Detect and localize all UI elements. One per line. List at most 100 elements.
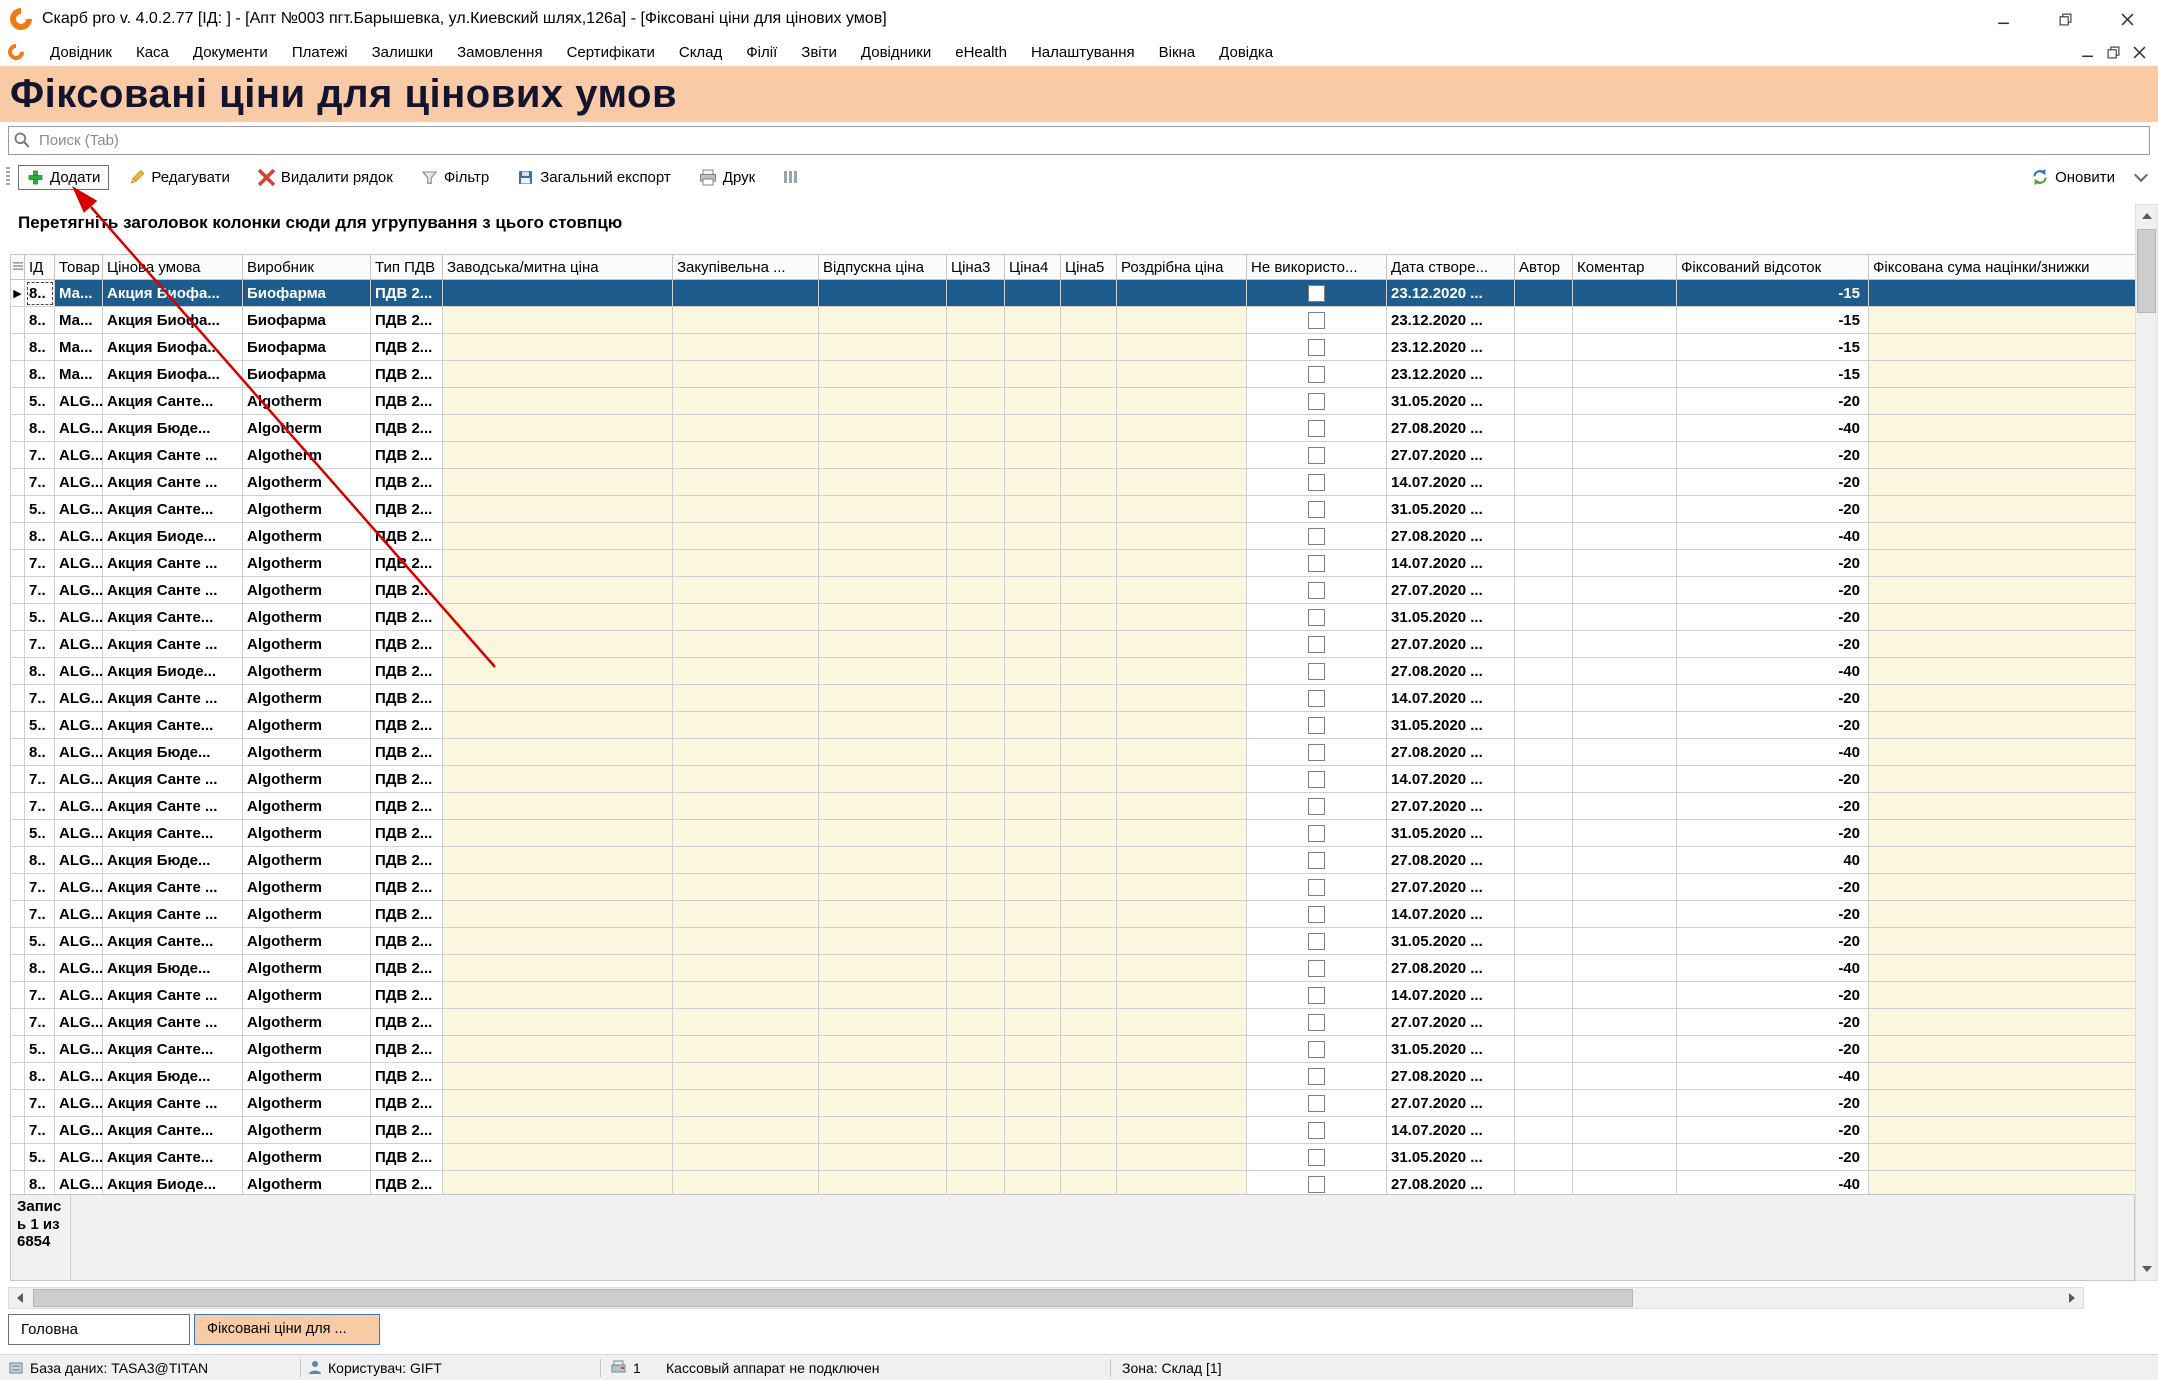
cell-comment[interactable]: [1573, 1063, 1677, 1090]
table-row[interactable]: ▶8..Ма...Акция Биофа...БиофармаПДВ 2...2…: [11, 280, 2136, 307]
cell-product[interactable]: ALG...: [55, 793, 103, 820]
cell-price-7[interactable]: [1117, 442, 1247, 469]
cell-price-4[interactable]: [947, 820, 1005, 847]
cell-price-3[interactable]: [819, 820, 947, 847]
cell-price-2[interactable]: [673, 415, 819, 442]
cell-price-1[interactable]: [443, 1117, 673, 1144]
cell-not-used[interactable]: [1247, 874, 1387, 901]
cell-price-5[interactable]: [1005, 415, 1061, 442]
cell-price-4[interactable]: [947, 442, 1005, 469]
cell-id[interactable]: 8..: [25, 334, 55, 361]
cell-vat-type[interactable]: ПДВ 2...: [371, 901, 443, 928]
cell-price-condition[interactable]: Акция Биофа...: [103, 307, 243, 334]
cell-price-5[interactable]: [1005, 577, 1061, 604]
cell-fixed-percent[interactable]: -20: [1677, 496, 1869, 523]
cell-price-5[interactable]: [1005, 442, 1061, 469]
table-row[interactable]: 8..Ма...Акция Биофа...БиофармаПДВ 2...23…: [11, 307, 2136, 334]
column-header-8[interactable]: Відпускна ціна: [819, 255, 947, 280]
mdi-close-button[interactable]: [2126, 46, 2152, 59]
cell-price-condition[interactable]: Акция Санте ...: [103, 901, 243, 928]
cell-fixed-markup-sum[interactable]: [1869, 658, 2136, 685]
cell-fixed-markup-sum[interactable]: [1869, 469, 2136, 496]
cell-id[interactable]: 7..: [25, 550, 55, 577]
cell-fixed-percent[interactable]: -40: [1677, 658, 1869, 685]
cell-price-6[interactable]: [1061, 604, 1117, 631]
column-header-13[interactable]: Не використо...: [1247, 255, 1387, 280]
cell-vat-type[interactable]: ПДВ 2...: [371, 685, 443, 712]
cell-author[interactable]: [1515, 1144, 1573, 1171]
cell-price-2[interactable]: [673, 523, 819, 550]
unused-checkbox[interactable]: [1308, 636, 1325, 653]
cell-comment[interactable]: [1573, 685, 1677, 712]
cell-price-5[interactable]: [1005, 1144, 1061, 1171]
unused-checkbox[interactable]: [1308, 717, 1325, 734]
cell-fixed-percent[interactable]: -40: [1677, 523, 1869, 550]
column-header-18[interactable]: Фіксована сума націнки/знижки: [1869, 255, 2136, 280]
cell-fixed-percent[interactable]: -15: [1677, 280, 1869, 307]
cell-fixed-percent[interactable]: -20: [1677, 1090, 1869, 1117]
cell-price-condition[interactable]: Акция Санте...: [103, 820, 243, 847]
cell-fixed-percent[interactable]: -40: [1677, 1171, 1869, 1195]
cell-id[interactable]: 7..: [25, 442, 55, 469]
cell-price-6[interactable]: [1061, 550, 1117, 577]
cell-comment[interactable]: [1573, 523, 1677, 550]
menu-item-13[interactable]: Налаштування: [1019, 41, 1147, 64]
cell-price-2[interactable]: [673, 496, 819, 523]
cell-price-condition[interactable]: Акция Бюде...: [103, 1063, 243, 1090]
cell-price-5[interactable]: [1005, 766, 1061, 793]
columns-button[interactable]: [774, 165, 807, 189]
cell-price-6[interactable]: [1061, 469, 1117, 496]
cell-price-condition[interactable]: Акция Биоде...: [103, 523, 243, 550]
cell-date-created[interactable]: 27.08.2020 ...: [1387, 955, 1515, 982]
unused-checkbox[interactable]: [1308, 285, 1325, 302]
cell-product[interactable]: ALG...: [55, 1063, 103, 1090]
cell-price-condition[interactable]: Акция Биоде...: [103, 1171, 243, 1195]
cell-manufacturer[interactable]: Биофарма: [243, 334, 371, 361]
cell-not-used[interactable]: [1247, 1036, 1387, 1063]
cell-price-7[interactable]: [1117, 334, 1247, 361]
cell-manufacturer[interactable]: Algotherm: [243, 1144, 371, 1171]
cell-price-3[interactable]: [819, 928, 947, 955]
table-row[interactable]: 8..ALG...Акция Биоде...AlgothermПДВ 2...…: [11, 523, 2136, 550]
cell-id[interactable]: 5..: [25, 388, 55, 415]
cell-fixed-markup-sum[interactable]: [1869, 901, 2136, 928]
menu-item-1[interactable]: Довідник: [38, 41, 124, 64]
table-row[interactable]: 8..ALG...Акция Биоде...AlgothermПДВ 2...…: [11, 1171, 2136, 1195]
cell-date-created[interactable]: 14.07.2020 ...: [1387, 685, 1515, 712]
cell-product[interactable]: ALG...: [55, 658, 103, 685]
cell-comment[interactable]: [1573, 739, 1677, 766]
cell-id[interactable]: 7..: [25, 685, 55, 712]
cell-not-used[interactable]: [1247, 361, 1387, 388]
cell-comment[interactable]: [1573, 1144, 1677, 1171]
menu-item-7[interactable]: Сертифікати: [555, 41, 667, 64]
cell-author[interactable]: [1515, 388, 1573, 415]
cell-fixed-percent[interactable]: -20: [1677, 631, 1869, 658]
cell-price-2[interactable]: [673, 442, 819, 469]
cell-manufacturer[interactable]: Algotherm: [243, 469, 371, 496]
cell-author[interactable]: [1515, 658, 1573, 685]
cell-not-used[interactable]: [1247, 1144, 1387, 1171]
table-row[interactable]: 7..ALG...Акция Санте ...AlgothermПДВ 2..…: [11, 1009, 2136, 1036]
table-row[interactable]: 8..Ма...Акция Биофа...БиофармаПДВ 2...23…: [11, 334, 2136, 361]
cell-price-4[interactable]: [947, 523, 1005, 550]
cell-product[interactable]: ALG...: [55, 550, 103, 577]
cell-vat-type[interactable]: ПДВ 2...: [371, 1063, 443, 1090]
cell-price-2[interactable]: [673, 388, 819, 415]
cell-price-1[interactable]: [443, 334, 673, 361]
cell-fixed-markup-sum[interactable]: [1869, 1036, 2136, 1063]
cell-product[interactable]: Ма...: [55, 307, 103, 334]
cell-price-7[interactable]: [1117, 739, 1247, 766]
cell-price-5[interactable]: [1005, 1036, 1061, 1063]
cell-price-condition[interactable]: Акция Бюде...: [103, 739, 243, 766]
cell-price-5[interactable]: [1005, 685, 1061, 712]
cell-price-2[interactable]: [673, 685, 819, 712]
cell-fixed-markup-sum[interactable]: [1869, 847, 2136, 874]
cell-price-6[interactable]: [1061, 631, 1117, 658]
cell-author[interactable]: [1515, 523, 1573, 550]
cell-price-3[interactable]: [819, 1036, 947, 1063]
cell-fixed-markup-sum[interactable]: [1869, 685, 2136, 712]
cell-price-6[interactable]: [1061, 1036, 1117, 1063]
cell-date-created[interactable]: 31.05.2020 ...: [1387, 1036, 1515, 1063]
cell-comment[interactable]: [1573, 766, 1677, 793]
cell-price-condition[interactable]: Акция Санте ...: [103, 550, 243, 577]
